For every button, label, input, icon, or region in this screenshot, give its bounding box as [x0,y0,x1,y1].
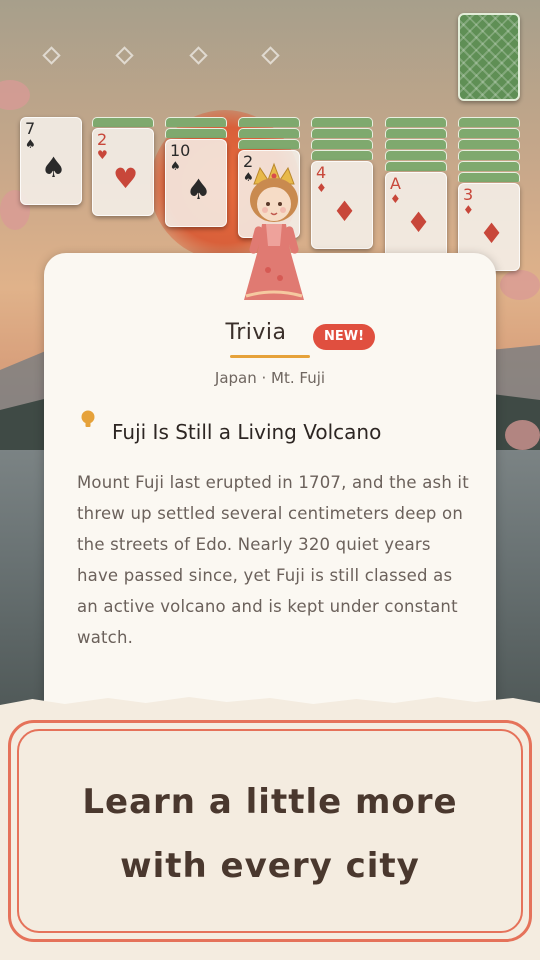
fact-title: Fuji Is Still a Living Volcano [112,420,382,444]
card-rank: 2 [97,130,108,149]
stock-pile[interactable] [458,13,520,101]
face-up-card[interactable]: 10 ♠ ♠ [165,139,227,227]
face-up-card[interactable]: A ♦ ♦ [385,172,447,260]
face-down-card [458,150,520,160]
face-down-card [458,128,520,138]
face-down-card [385,128,447,138]
trivia-title-text: Trivia [225,320,287,345]
diamond-outline-icon [114,45,134,65]
slogan-line-2: with every city [120,846,420,886]
card-suit-small-icon: ♥ [97,148,108,162]
tableau-pile-3[interactable]: 10 ♠ ♠ [165,117,227,227]
face-down-card [458,161,520,171]
face-down-card [385,117,447,127]
trivia-title: Trivia [0,320,540,345]
new-badge: NEW! [313,324,375,350]
card-suit-small-icon: ♠ [25,137,36,151]
card-suit-small-icon: ♦ [463,203,474,217]
tableau-pile-6[interactable]: A ♦ ♦ [385,117,447,260]
face-down-card [92,117,154,127]
card-suit-icon: ♠ [186,173,212,206]
cherry-blossom [500,270,540,300]
face-down-card [165,128,227,138]
card-rank: A [390,174,401,193]
lightbulb-icon [81,410,95,427]
card-rank: 10 [170,141,191,160]
face-up-card[interactable]: 4 ♦ ♦ [311,161,373,249]
face-up-card[interactable]: 7 ♠ ♠ [20,117,82,205]
face-down-card [385,139,447,149]
face-up-card[interactable]: 2 ♥ ♥ [92,128,154,216]
fact-body: Mount Fuji last erupted in 1707, and the… [77,473,469,647]
card-rank: 4 [316,163,327,182]
diamond-outline-icon [41,45,61,65]
face-down-card [311,128,373,138]
trivia-location: Japan · Mt. Fuji [214,369,326,387]
foundation-slot-1[interactable] [40,44,62,66]
face-down-card [165,117,227,127]
face-down-card [385,161,447,171]
face-down-card [385,150,447,160]
tableau-pile-5[interactable]: 4 ♦ ♦ [311,117,373,249]
card-suit-icon: ♦ [406,206,432,239]
foundation-slot-3[interactable] [187,44,209,66]
card-suit-icon: ♦ [332,195,358,228]
face-down-card [311,139,373,149]
diamond-outline-icon [188,45,208,65]
foundation-slot-4[interactable] [259,44,281,66]
tableau-pile-1[interactable]: 7 ♠ ♠ [20,117,82,205]
princess-mascot-icon [244,162,304,300]
face-down-card [458,139,520,149]
face-down-card [238,139,300,149]
cherry-blossom [0,80,30,110]
face-down-card [311,117,373,127]
card-suit-icon: ♦ [479,217,505,250]
cherry-blossom [505,420,540,450]
title-underline [230,355,310,358]
foundation-slot-2[interactable] [113,44,135,66]
card-rank: 7 [25,119,36,138]
face-down-card [311,150,373,160]
card-suit-small-icon: ♦ [390,192,401,206]
face-down-card [458,117,520,127]
card-rank: 3 [463,185,474,204]
face-down-card [238,128,300,138]
slogan-line-1: Learn a little more [82,782,458,822]
face-down-card [238,117,300,127]
banner-slogan: Learn a little more with every city [0,770,540,898]
card-suit-icon: ♥ [113,162,139,195]
card-suit-small-icon: ♦ [316,181,327,195]
diamond-outline-icon [260,45,280,65]
card-suit-small-icon: ♠ [170,159,181,173]
face-down-card [458,172,520,182]
card-suit-icon: ♠ [41,151,67,184]
tableau-pile-2[interactable]: 2 ♥ ♥ [92,117,154,216]
tableau-pile-7[interactable]: 3 ♦ ♦ [458,117,520,271]
